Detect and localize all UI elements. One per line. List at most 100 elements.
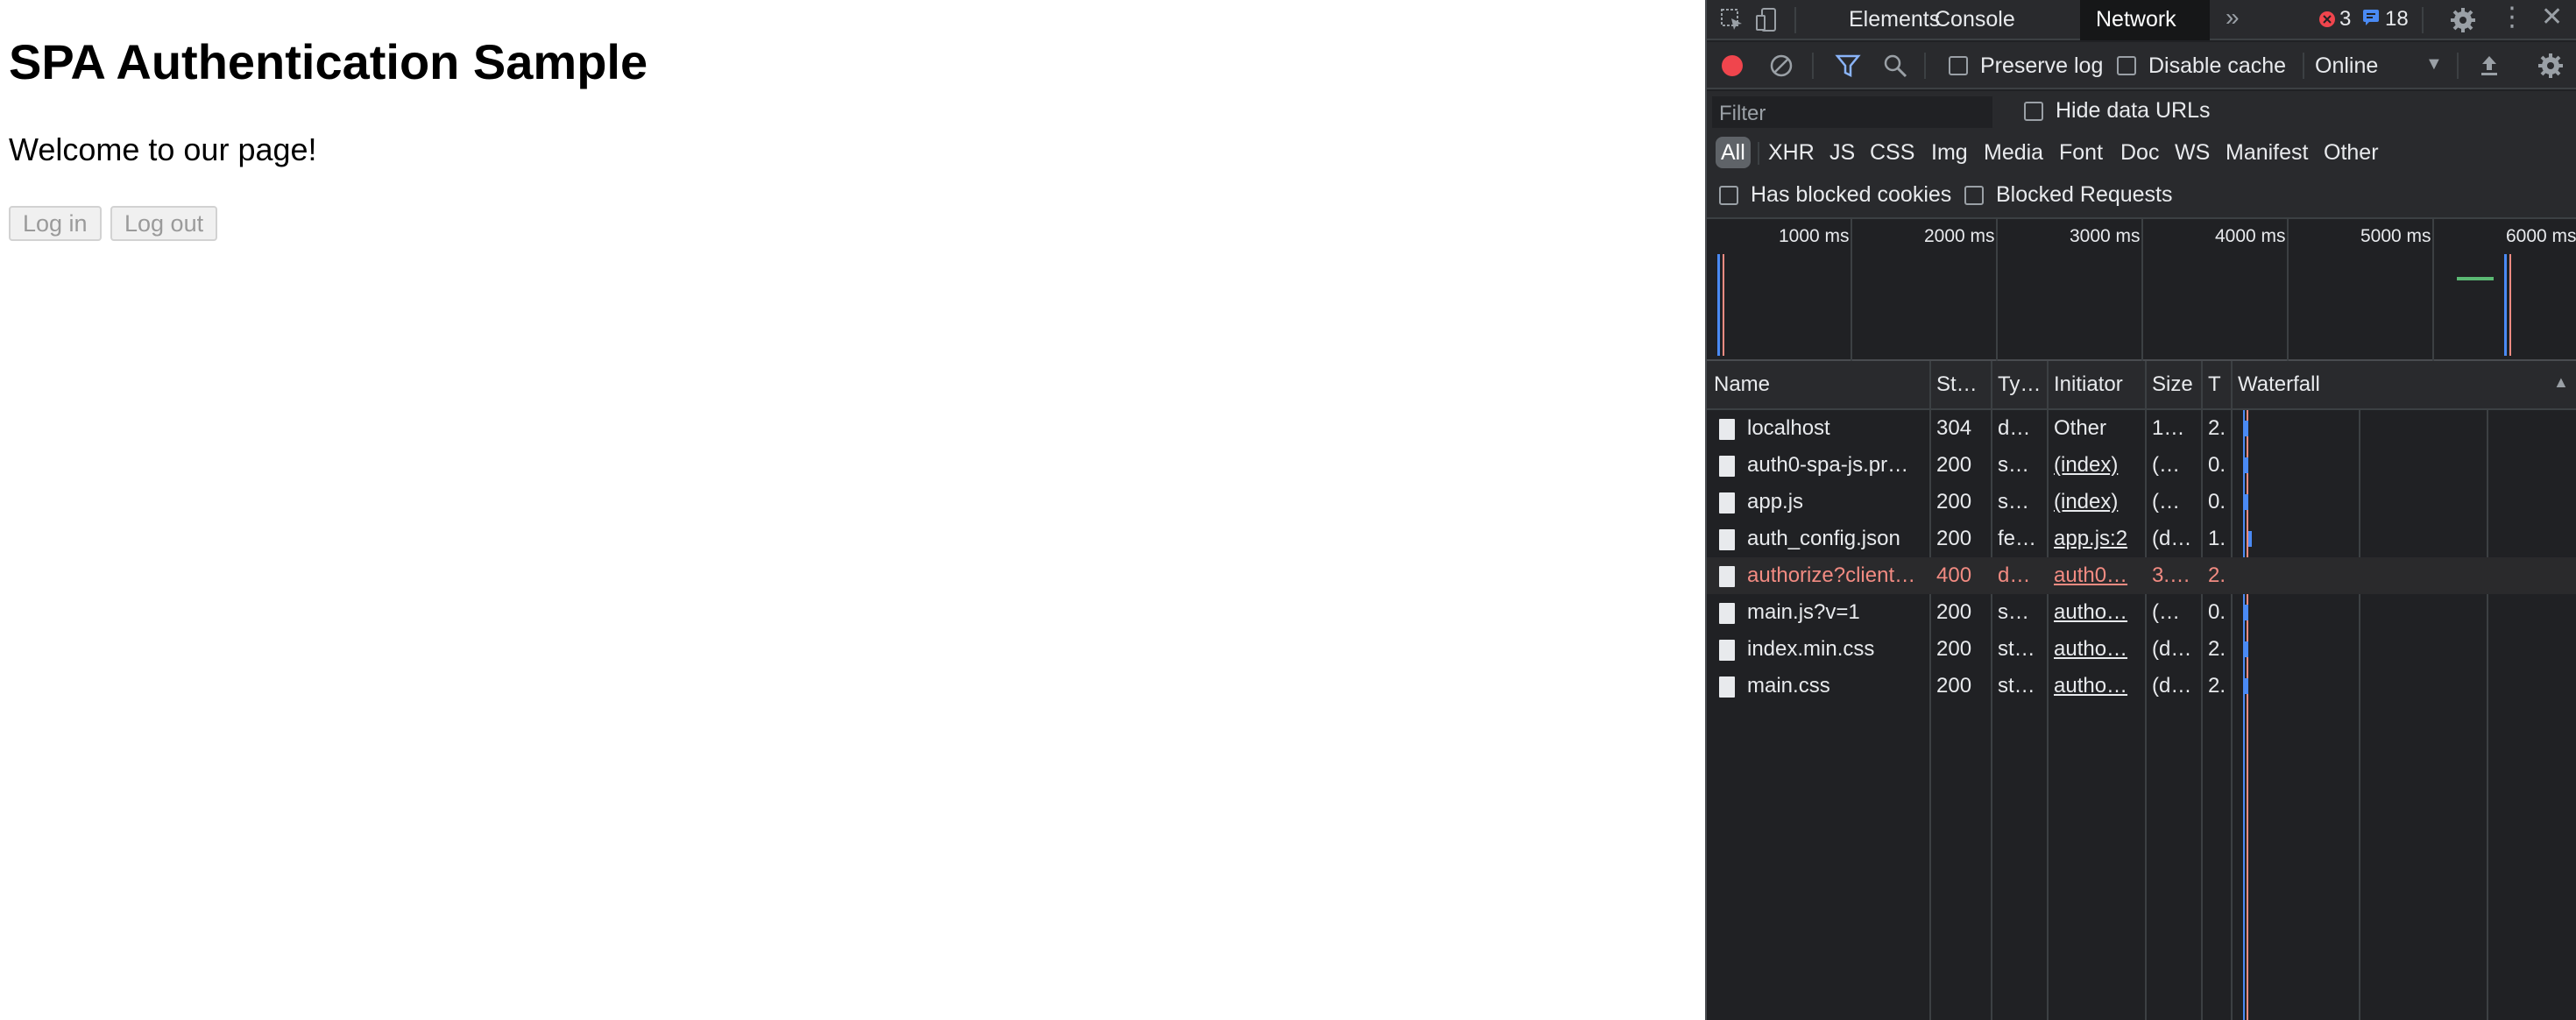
cell-initiator[interactable]: app.js:2	[2054, 521, 2141, 557]
search-icon[interactable]	[1882, 53, 1908, 79]
clear-icon[interactable]	[1768, 53, 1794, 79]
cell-name: authorize?client…	[1747, 563, 1916, 587]
column-size[interactable]: Size	[2152, 361, 2199, 408]
file-icon	[1719, 419, 1735, 440]
cell-time: 0.	[2208, 600, 2226, 624]
cell-name: index.min.css	[1747, 637, 1875, 661]
divider	[2145, 361, 2147, 410]
cell-type: st…	[1998, 674, 2035, 698]
inspect-element-icon[interactable]	[1719, 7, 1745, 33]
cell-status: 304	[1936, 416, 1972, 440]
table-row[interactable]: localhost 304 d… Other 1… 2.	[1707, 410, 2576, 447]
more-options-icon[interactable]: ⋮	[2499, 2, 2525, 32]
cell-name: main.js?v=1	[1747, 600, 1860, 624]
has-blocked-cookies-checkbox[interactable]	[1719, 186, 1738, 205]
close-icon[interactable]: ✕	[2541, 2, 2563, 32]
column-status[interactable]: St…	[1936, 361, 1989, 408]
type-filter-manifest[interactable]: Manifest	[2226, 137, 2308, 168]
cell-time: 2.	[2208, 416, 2226, 440]
table-row[interactable]: main.js?v=1 200 s… autho… (… 0.	[1707, 594, 2576, 631]
cell-type: st…	[1998, 637, 2035, 661]
type-filter-xhr[interactable]: XHR	[1768, 137, 1815, 168]
cell-size: 1…	[2152, 416, 2185, 440]
more-tabs-icon[interactable]: »	[2226, 4, 2240, 32]
cell-type: d…	[1998, 416, 2031, 440]
throttling-select[interactable]: Online	[2315, 53, 2378, 79]
cell-type: s…	[1998, 453, 2029, 477]
file-icon	[1719, 640, 1735, 661]
cell-initiator[interactable]: autho…	[2054, 594, 2141, 631]
logout-button[interactable]: Log out	[110, 206, 218, 241]
table-row[interactable]: app.js 200 s… (index) (… 0.	[1707, 484, 2576, 521]
cell-name: localhost	[1747, 416, 1830, 440]
chevron-down-icon[interactable]: ▼	[2425, 54, 2443, 74]
cell-status: 400	[1936, 563, 1972, 587]
login-button[interactable]: Log in	[9, 206, 102, 241]
waterfall-bar	[2245, 494, 2248, 510]
cell-size: 3.…	[2152, 563, 2191, 587]
column-waterfall[interactable]: Waterfall	[2238, 361, 2413, 408]
welcome-text: Welcome to our page!	[9, 131, 317, 167]
type-filter-other[interactable]: Other	[2324, 137, 2379, 168]
cell-time: 2.	[2208, 674, 2226, 698]
cell-initiator[interactable]: (index)	[2054, 447, 2141, 484]
cell-initiator: Other	[2054, 416, 2107, 440]
filter-icon[interactable]	[1835, 53, 1861, 79]
load-event-marker	[1723, 254, 1724, 356]
table-row[interactable]: auth0-spa-js.pr… 200 s… (index) (… 0.	[1707, 447, 2576, 484]
devtools-tabbar: Elements Console Network » 3 18 ⋮ ✕	[1707, 0, 2576, 40]
type-filter-all[interactable]: All	[1716, 137, 1751, 168]
blocked-requests-checkbox[interactable]	[1964, 186, 1984, 205]
type-filter-js[interactable]: JS	[1829, 137, 1855, 168]
type-filter-img[interactable]: Img	[1931, 137, 1968, 168]
preserve-log-checkbox[interactable]	[1949, 56, 1968, 75]
table-row[interactable]: authorize?client… 400 d… auth0… 3.… 2.	[1707, 557, 2576, 594]
hide-data-urls-checkbox[interactable]	[2024, 102, 2043, 121]
network-settings-icon[interactable]	[2537, 53, 2564, 79]
table-row[interactable]: main.css 200 st… autho… (d… 2.	[1707, 668, 2576, 705]
error-count[interactable]: 3	[2339, 7, 2351, 32]
divider	[1812, 53, 1814, 79]
column-type[interactable]: Ty…	[1998, 361, 2043, 408]
cell-type: s…	[1998, 600, 2029, 624]
device-toolbar-icon[interactable]	[1754, 7, 1780, 33]
overview-gridline	[2432, 219, 2434, 361]
cell-time: 0.	[2208, 453, 2226, 477]
network-overview[interactable]: 1000 ms 2000 ms 3000 ms 4000 ms 5000 ms …	[1707, 219, 2576, 361]
gear-icon[interactable]	[2450, 7, 2476, 33]
record-icon[interactable]	[1719, 53, 1745, 79]
tab-console[interactable]: Console	[1919, 0, 2031, 40]
overview-marker	[2509, 254, 2511, 356]
overview-gridline	[1996, 219, 1998, 361]
type-filter-media[interactable]: Media	[1984, 137, 2043, 168]
type-filter-css[interactable]: CSS	[1870, 137, 1914, 168]
hide-data-urls-label: Hide data URLs	[2056, 98, 2211, 123]
column-name[interactable]: Name	[1714, 361, 1924, 408]
column-time[interactable]: T	[2208, 361, 2229, 408]
cell-status: 200	[1936, 600, 1972, 624]
table-row[interactable]: auth_config.json 200 fe… app.js:2 (d… 1.	[1707, 521, 2576, 557]
divider	[2047, 361, 2049, 410]
overview-gridline	[1851, 219, 1852, 361]
type-filter-ws[interactable]: WS	[2175, 137, 2210, 168]
overview-tick: 2000 ms	[1924, 226, 1995, 246]
overview-tick: 1000 ms	[1779, 226, 1850, 246]
filter-input[interactable]: Filter	[1712, 96, 1992, 128]
cell-initiator[interactable]: auth0…	[2054, 557, 2141, 594]
cell-initiator[interactable]: autho…	[2054, 631, 2141, 668]
type-filter-font[interactable]: Font	[2059, 137, 2103, 168]
message-count[interactable]: 18	[2385, 7, 2409, 32]
cell-initiator[interactable]: autho…	[2054, 668, 2141, 705]
table-row[interactable]: index.min.css 200 st… autho… (d… 2.	[1707, 631, 2576, 668]
cell-initiator[interactable]: (index)	[2054, 484, 2141, 521]
tab-network[interactable]: Network	[2080, 0, 2210, 40]
column-initiator[interactable]: Initiator	[2054, 361, 2141, 408]
disable-cache-checkbox[interactable]	[2117, 56, 2136, 75]
divider	[1924, 53, 1926, 79]
waterfall-bar	[2245, 605, 2248, 620]
cell-time: 2.	[2208, 637, 2226, 661]
preserve-log-label: Preserve log	[1980, 53, 2104, 78]
sort-ascending-icon[interactable]: ▲	[2553, 373, 2569, 392]
import-har-icon[interactable]	[2476, 53, 2502, 79]
type-filter-doc[interactable]: Doc	[2120, 137, 2159, 168]
